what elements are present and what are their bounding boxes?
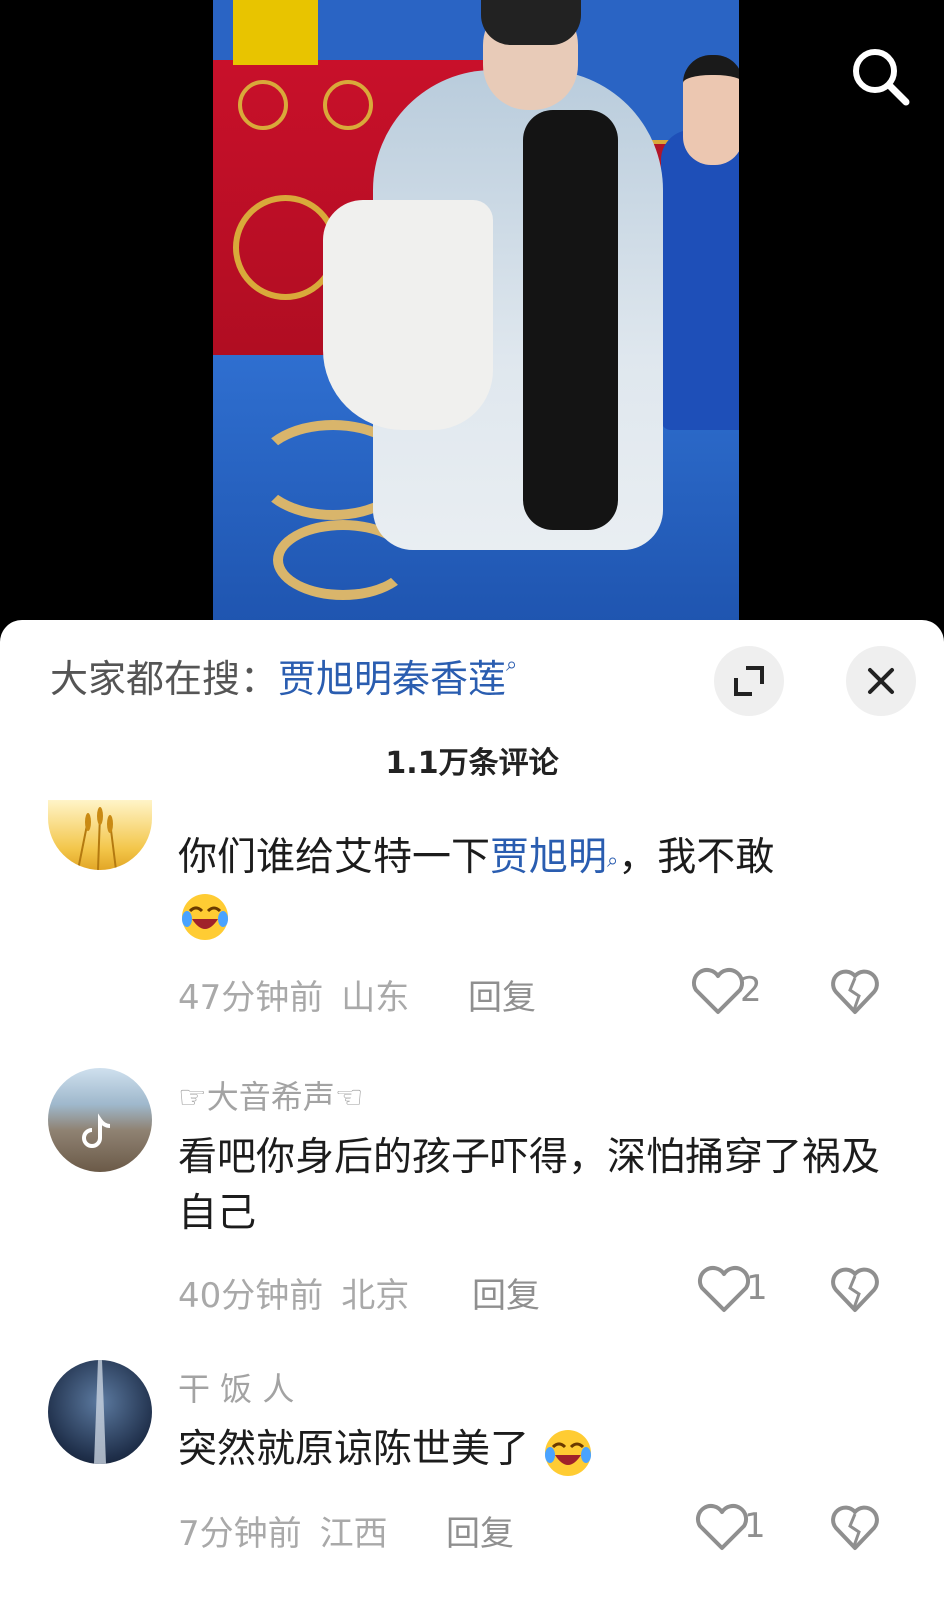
- laughing-crying-emoji: [545, 1429, 592, 1476]
- broken-heart-icon[interactable]: [830, 1264, 880, 1314]
- close-icon: [868, 668, 894, 694]
- road-image: [94, 1360, 106, 1464]
- backdrop-ornament: [323, 80, 373, 130]
- search-button[interactable]: [848, 44, 914, 110]
- reply-button[interactable]: 回复: [446, 1506, 514, 1555]
- expand-icon: [734, 666, 764, 696]
- username[interactable]: 干 饭 人: [178, 1364, 294, 1410]
- hot-search-prefix: 大家都在搜：: [50, 657, 279, 701]
- broken-heart-icon[interactable]: [830, 966, 880, 1016]
- video-frame[interactable]: [213, 0, 739, 622]
- tiktok-icon: [82, 1113, 111, 1148]
- comment-panel: 大家都在搜：贾旭明秦香莲⌕ 1.1万条评论 你们谁给艾特一下贾旭明⌕，我不敢 4…: [0, 620, 944, 1602]
- comment-text: 突然就原谅陈世美了: [178, 1422, 898, 1479]
- close-button[interactable]: [846, 646, 916, 716]
- like-heart-icon[interactable]: [692, 1502, 752, 1552]
- comment-text-part: ，我不敢: [618, 835, 775, 880]
- like-heart-icon[interactable]: [694, 1264, 754, 1314]
- comment-location: 北京: [341, 1276, 410, 1316]
- comment-text: 你们谁给艾特一下贾旭明⌕，我不敢: [178, 830, 898, 943]
- hot-search-bar[interactable]: 大家都在搜：贾旭明秦香莲⌕: [50, 648, 517, 703]
- reply-button[interactable]: 回复: [472, 1268, 540, 1317]
- performer-sleeve: [323, 200, 493, 430]
- video-player[interactable]: [0, 0, 944, 640]
- laughing-crying-emoji: [182, 893, 228, 940]
- search-small-icon: ⌕: [506, 652, 518, 676]
- background-performer-head: [683, 55, 739, 165]
- hot-search-keyword[interactable]: 贾旭明秦香莲: [278, 657, 506, 701]
- expand-button[interactable]: [714, 646, 784, 716]
- username[interactable]: ☞大音希声☜: [178, 1072, 363, 1118]
- comment-time: 40分钟前: [178, 1276, 324, 1316]
- comment-count: 1.1万条评论: [385, 746, 559, 781]
- like-count: 2: [740, 970, 762, 1010]
- backdrop-ornament: [238, 80, 288, 130]
- avatar[interactable]: [48, 1360, 152, 1464]
- avatar[interactable]: [48, 1068, 152, 1172]
- like-heart-icon[interactable]: [688, 966, 748, 1016]
- comment-location: 江西: [319, 1514, 388, 1554]
- background-performer: [661, 130, 739, 430]
- comment-text-part: 你们谁给艾特一下: [178, 835, 491, 880]
- like-count: 1: [746, 1268, 768, 1308]
- mention-link[interactable]: 贾旭明: [490, 835, 607, 880]
- comment-meta: 40分钟前 北京: [178, 1268, 409, 1317]
- comment-location: 山东: [341, 978, 410, 1018]
- like-count: 1: [744, 1506, 766, 1546]
- comment-time: 47分钟前: [178, 978, 324, 1018]
- comment-meta: 7分钟前 江西: [178, 1506, 388, 1555]
- search-small-icon: ⌕: [607, 848, 619, 872]
- performer-headdress: [481, 0, 581, 45]
- wheat-image: [77, 807, 117, 870]
- reply-button[interactable]: 回复: [468, 970, 536, 1019]
- stage-prop: [233, 0, 318, 65]
- performer-hair: [523, 110, 618, 530]
- broken-heart-icon[interactable]: [830, 1502, 880, 1552]
- search-icon: [853, 49, 910, 106]
- comment-text-part: 突然就原谅陈世美了: [178, 1427, 530, 1472]
- comment-time: 7分钟前: [178, 1514, 302, 1554]
- comment-text: 看吧你身后的孩子吓得，深怕捅穿了祸及自己: [178, 1135, 881, 1236]
- comment-meta: 47分钟前 山东: [178, 970, 409, 1019]
- avatar[interactable]: [48, 800, 152, 870]
